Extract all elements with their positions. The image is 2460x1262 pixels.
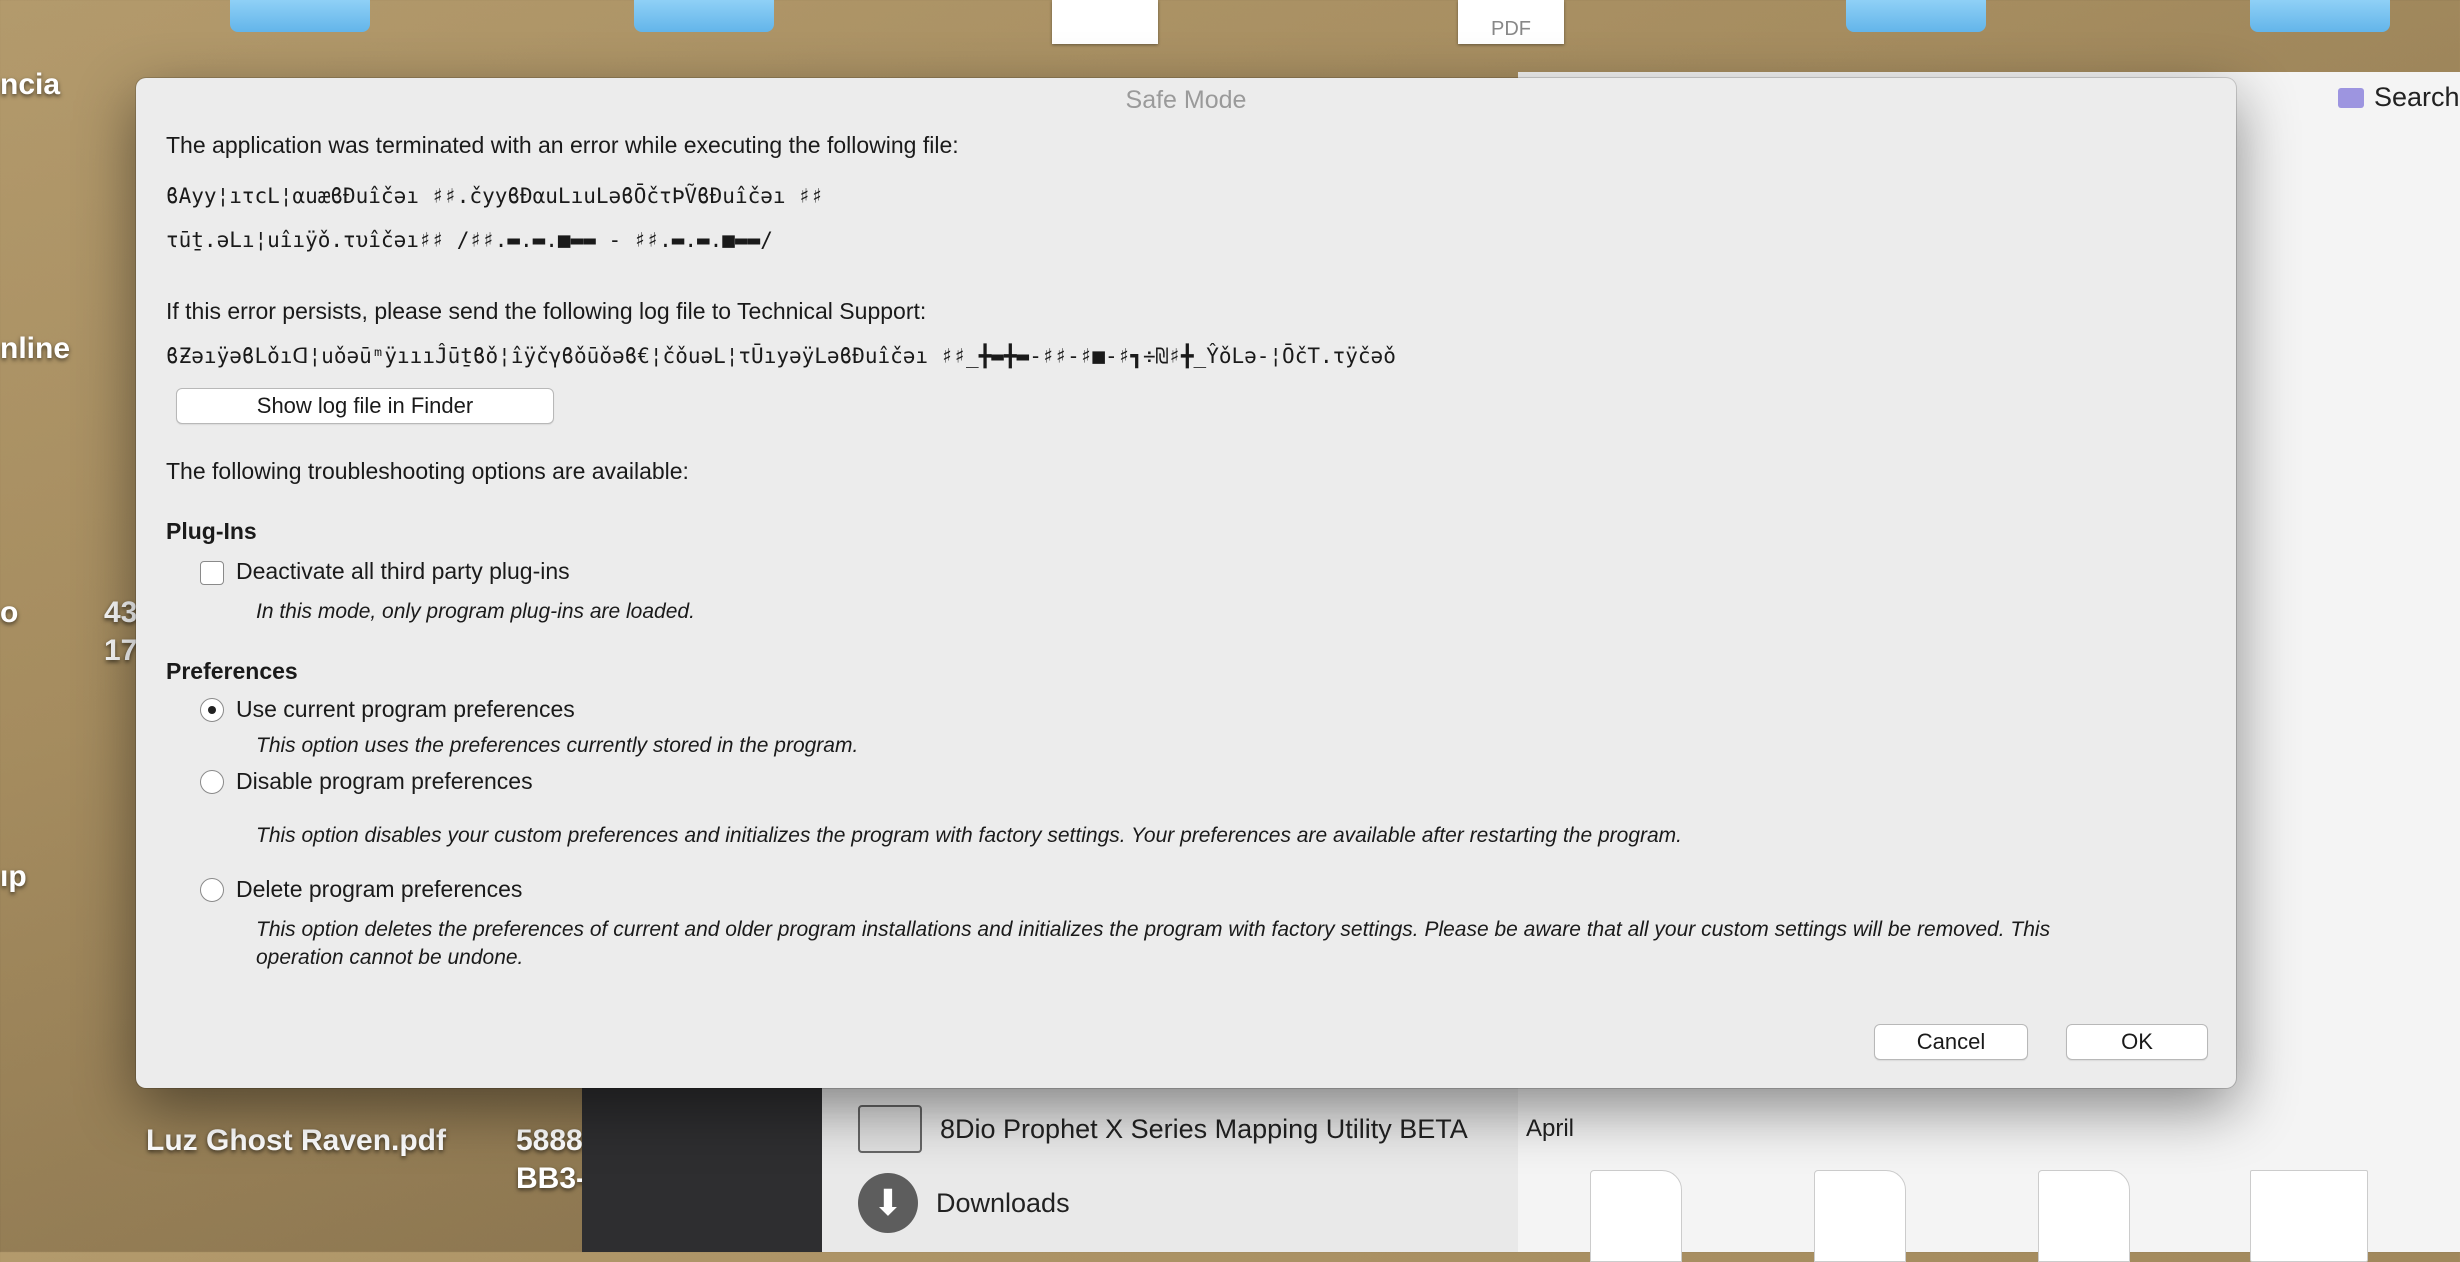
section-header-april: April — [1526, 1115, 1575, 1142]
troubleshoot-text: The following troubleshooting options ar… — [166, 458, 689, 484]
disable-prefs-radio[interactable] — [200, 770, 224, 794]
desktop-label[interactable]: BB3- — [516, 1162, 586, 1196]
file-thumbnail[interactable] — [1590, 1170, 1682, 1262]
finder-list: 8Dio Prophet X Series Mapping Utility BE… — [822, 1085, 1518, 1252]
cancel-button[interactable]: Cancel — [1874, 1024, 2028, 1060]
desktop-label[interactable]: nline — [0, 332, 70, 366]
finder-sidebar — [582, 1085, 822, 1252]
safe-mode-dialog: Safe Mode The application was terminated… — [136, 78, 2236, 1088]
desktop-label[interactable]: 43 — [104, 596, 137, 630]
plugins-option-label[interactable]: Deactivate all third party plug-ins — [236, 558, 570, 585]
desktop-label[interactable]: 17 — [104, 634, 137, 668]
dialog-title: Safe Mode — [1125, 86, 1247, 114]
desktop-folder-icon[interactable] — [230, 0, 370, 32]
desktop-document-icon[interactable] — [1052, 0, 1158, 44]
log-file-path: ϐƵǝıÿǝϐLǒıꓷ¦uǒǝūᵐÿıııĴūṯϐǒ¦îÿčγϐǒūǒǝϐ€¦č… — [166, 344, 1396, 368]
delete-prefs-desc-line-2: operation cannot be undone. — [256, 946, 524, 969]
use-current-prefs-label[interactable]: Use current program preferences — [236, 696, 575, 723]
folder-icon — [858, 1105, 922, 1153]
download-icon: ⬇ — [858, 1173, 918, 1233]
show-log-button[interactable]: Show log file in Finder — [176, 388, 554, 424]
list-item-label: Downloads — [936, 1187, 1070, 1218]
delete-prefs-radio[interactable] — [200, 878, 224, 902]
use-current-prefs-radio[interactable] — [200, 698, 224, 722]
desktop-label[interactable]: ncia — [0, 68, 60, 102]
plugins-option-desc: In this mode, only program plug-ins are … — [256, 600, 695, 623]
delete-prefs-desc-line-1: This option deletes the preferences of c… — [256, 918, 2051, 941]
desktop-file-label[interactable]: Luz Ghost Raven.pdf — [146, 1124, 446, 1158]
plugins-checkbox[interactable] — [200, 561, 224, 585]
file-thumbnail[interactable] — [2038, 1170, 2130, 1262]
search-icon — [2338, 87, 2364, 108]
pdf-badge: PDF — [1491, 18, 1531, 40]
desktop-folder-icon[interactable] — [634, 0, 774, 32]
desktop-label[interactable]: ıp — [0, 860, 27, 894]
desktop-folder-icon[interactable] — [2250, 0, 2390, 32]
search-label: Search — [2374, 82, 2460, 112]
desktop-pdf-icon[interactable]: PDF — [1458, 0, 1564, 44]
preferences-heading: Preferences — [166, 658, 298, 684]
file-path-line-1: ϐAyy¦ıτcL¦αuæϐĐuîčǝı ♯♯.čyyϐĐαuLıuLǝϐŌčτ… — [166, 184, 824, 208]
ok-button[interactable]: OK — [2066, 1024, 2208, 1060]
use-current-prefs-desc: This option uses the preferences current… — [256, 734, 859, 757]
desktop-label[interactable]: 5888 — [516, 1124, 583, 1158]
delete-prefs-label[interactable]: Delete program preferences — [236, 876, 522, 903]
desktop-folder-icon[interactable] — [1846, 0, 1986, 32]
list-item-label: 8Dio Prophet X Series Mapping Utility BE… — [940, 1113, 1468, 1144]
file-path-line-2: τūṯ.ǝLı¦uîıÿǒ.τυîčǝı♯♯ /♯♯.▬.▬.■▬▬ - ♯♯.… — [166, 228, 773, 252]
file-thumbnail[interactable] — [1814, 1170, 1906, 1262]
list-item[interactable]: 8Dio Prophet X Series Mapping Utility BE… — [858, 1105, 1468, 1153]
finder-search[interactable]: Search — [2338, 82, 2460, 113]
plugins-heading: Plug-Ins — [166, 518, 257, 544]
list-item[interactable]: ⬇ Downloads — [858, 1173, 1070, 1233]
disable-prefs-desc: This option disables your custom prefere… — [256, 824, 1683, 847]
disable-prefs-label[interactable]: Disable program preferences — [236, 768, 533, 795]
error-intro-text: The application was terminated with an e… — [166, 132, 959, 158]
file-thumbnail[interactable] — [2250, 1170, 2368, 1262]
desktop-label[interactable]: o — [0, 596, 18, 630]
persist-text: If this error persists, please send the … — [166, 298, 927, 324]
